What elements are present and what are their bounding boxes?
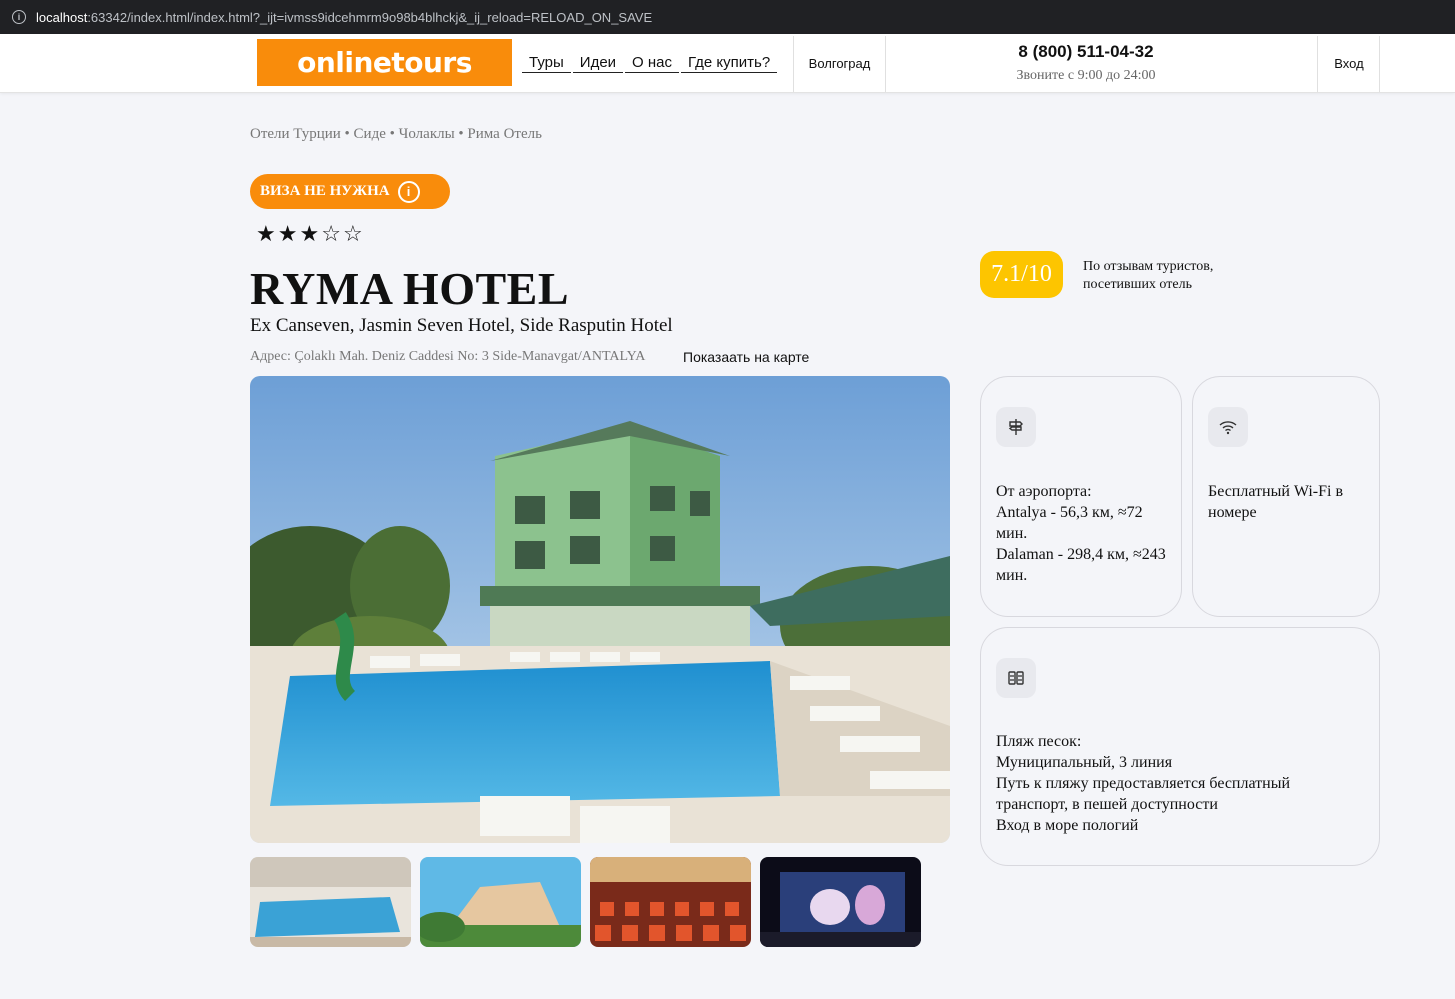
star-empty-icon: ☆ xyxy=(342,222,365,247)
beach-card: Пляж песок: Муниципальный, 3 линия Путь … xyxy=(980,627,1380,866)
star-filled-icon: ★ xyxy=(256,222,278,247)
signpost-icon xyxy=(996,407,1036,447)
wifi-icon xyxy=(1208,407,1248,447)
hotel-address: Адрес: Çolaklı Mah. Deniz Caddesi No: 3 … xyxy=(250,349,646,364)
hotel-main-photo[interactable] xyxy=(250,376,950,843)
airport-antalya: Antalya - 56,3 км, ≈72 мин. xyxy=(996,504,1143,542)
site-header: onlinetours Туры Идеи О нас Где купить? … xyxy=(0,34,1455,93)
url-host: localhost xyxy=(36,9,88,25)
wifi-text: Бесплатный Wi-Fi в номере xyxy=(1208,483,1344,521)
nav-link-ideas[interactable]: Идеи xyxy=(572,54,624,73)
logo[interactable]: onlinetours xyxy=(257,39,512,86)
phone-hours: Звоните с 9:00 до 24:00 xyxy=(1016,68,1156,83)
header-divider xyxy=(1379,36,1380,92)
indoor-pool-image xyxy=(250,857,411,947)
thumbnail-show[interactable] xyxy=(760,857,921,947)
hotel-title: RYMA HOTEL xyxy=(250,263,570,314)
star-filled-icon: ★ xyxy=(277,222,300,247)
browser-url-bar[interactable]: i localhost:63342/index.html/index.html?… xyxy=(0,0,1455,34)
info-icon[interactable]: i xyxy=(12,10,26,24)
rating-note: По отзывам туристов, посетивших отель xyxy=(1083,259,1214,292)
conference-hall-image xyxy=(590,857,751,947)
nav-link-about[interactable]: О нас xyxy=(625,54,680,73)
beach-heading: Пляж песок: xyxy=(996,733,1082,750)
logo-text: onlinetours xyxy=(297,46,472,79)
hotel-exterior-image xyxy=(420,857,581,947)
airport-dalaman: Dalaman - 298,4 км, ≈243 мин. xyxy=(996,546,1166,584)
thumbnail-indoor-pool[interactable] xyxy=(250,857,411,947)
visa-badge[interactable]: ВИЗА НЕ НУЖНА i xyxy=(250,174,450,209)
url-path: :63342/index.html/index.html?_ijt=ivmss9… xyxy=(87,9,653,25)
beach-transport: Путь к пляжу предоставляется бесплатный … xyxy=(996,775,1291,813)
city-selector[interactable]: Волгоград xyxy=(794,34,885,93)
hotel-pool-image xyxy=(250,376,950,843)
show-on-map-link[interactable]: Показаать на карте xyxy=(683,349,809,365)
info-icon[interactable]: i xyxy=(397,180,420,203)
star-empty-icon: ☆ xyxy=(321,222,343,247)
star-filled-icon: ★ xyxy=(299,222,322,247)
airport-distance-card: От аэропорта: Antalya - 56,3 км, ≈72 мин… xyxy=(980,376,1182,617)
login-button[interactable]: Вход xyxy=(1318,34,1380,93)
hotel-alt-names: Ex Canseven, Jasmin Seven Hotel, Side Ra… xyxy=(250,315,673,336)
thumbnail-conference-hall[interactable] xyxy=(590,857,751,947)
beach-entry: Вход в море пологий xyxy=(996,817,1139,834)
star-rating: ★★★☆☆ xyxy=(256,222,365,247)
nav-link-tours[interactable]: Туры xyxy=(522,54,571,73)
phone-number[interactable]: 8 (800) 511-04-32 xyxy=(886,42,1286,62)
thumbnail-hotel-exterior[interactable] xyxy=(420,857,581,947)
airport-heading: От аэропорта: xyxy=(996,483,1092,500)
beach-type: Муниципальный, 3 линия xyxy=(996,754,1173,771)
breadcrumb[interactable]: Отели Турции • Сиде • Чолаклы • Рима Оте… xyxy=(250,126,542,143)
beach-icon xyxy=(996,658,1036,698)
evening-show-image xyxy=(760,857,921,947)
main-nav: Туры Идеи О нас Где купить? xyxy=(522,54,779,73)
photo-thumbnails xyxy=(250,857,921,947)
nav-link-where-to-buy[interactable]: Где купить? xyxy=(681,54,778,73)
wifi-card: Бесплатный Wi-Fi в номере xyxy=(1192,376,1380,617)
visa-badge-label: ВИЗА НЕ НУЖНА xyxy=(260,183,390,199)
rating-badge: 7.1/10 xyxy=(980,251,1063,298)
